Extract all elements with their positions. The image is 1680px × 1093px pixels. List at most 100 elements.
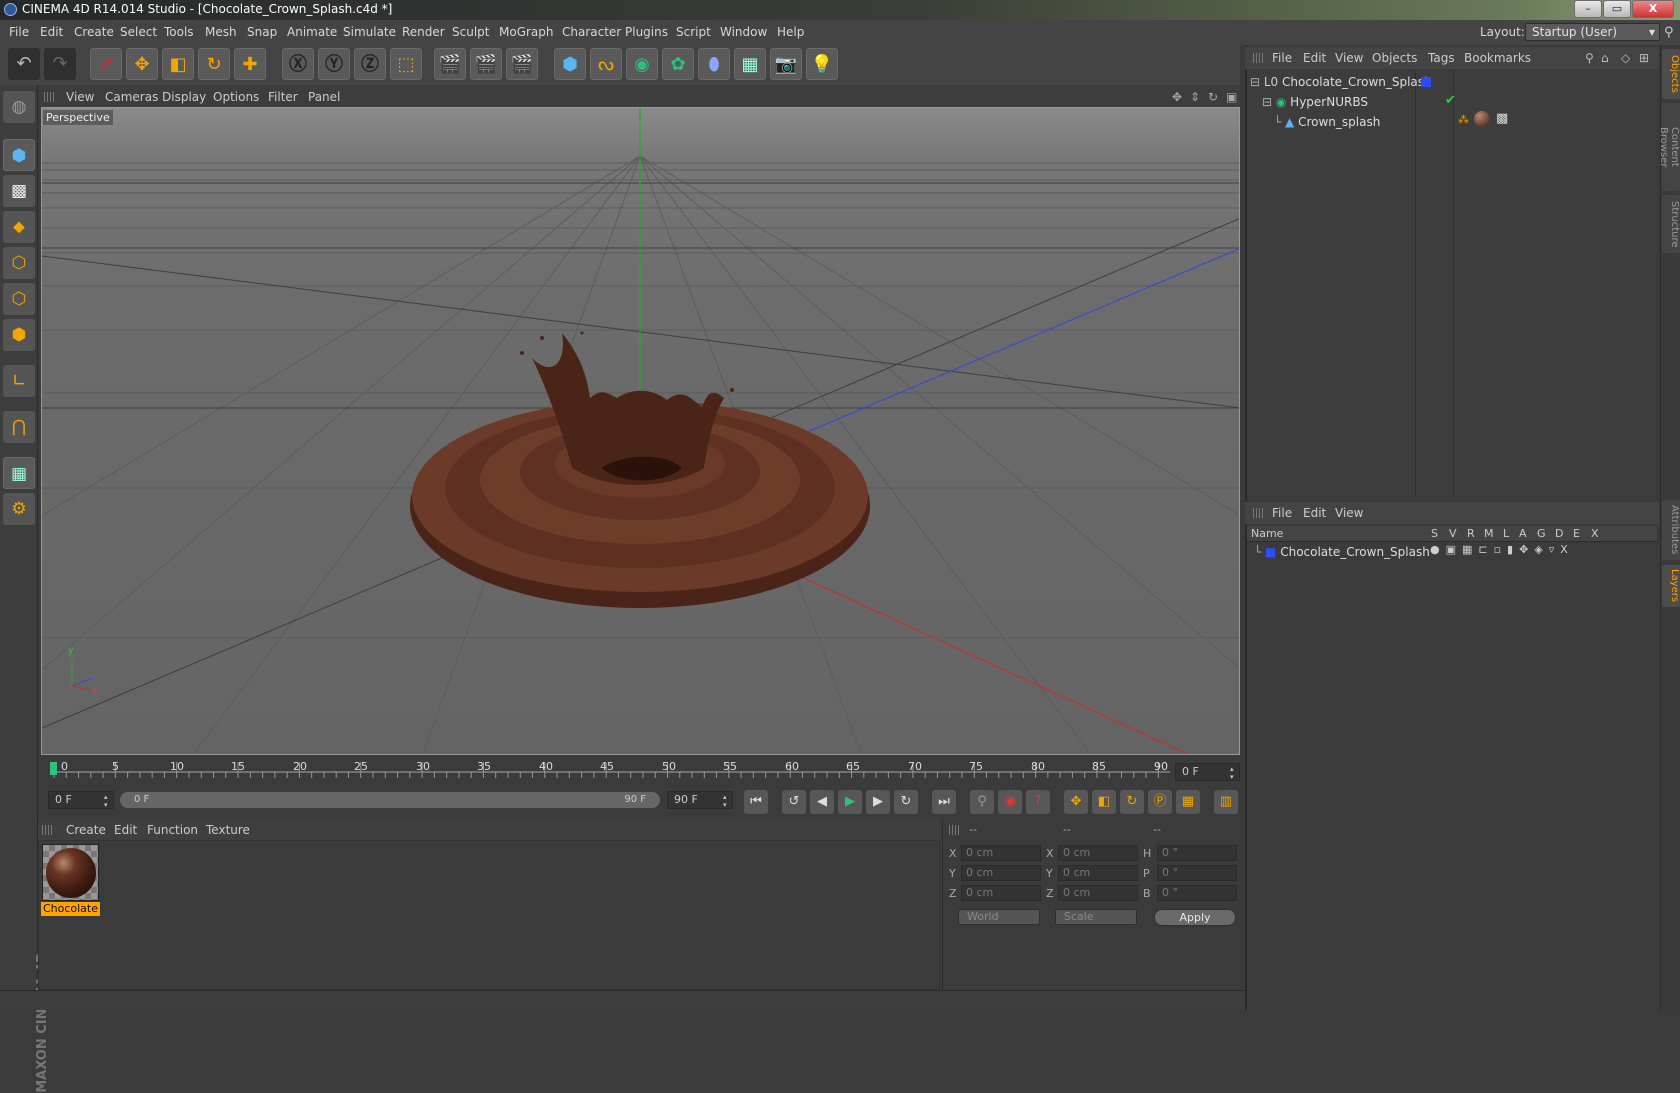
recent-tool-icon[interactable]: ✚ bbox=[234, 48, 266, 80]
coordinate-mode-dropdown[interactable]: Scale bbox=[1055, 909, 1137, 925]
position-z-field[interactable]: 0 cm bbox=[961, 885, 1041, 901]
current-frame-field[interactable]: 0 F bbox=[1175, 763, 1240, 781]
next-frame-icon[interactable]: ▶ bbox=[866, 790, 890, 814]
record-parameter-icon[interactable]: Ⓟ bbox=[1148, 790, 1172, 814]
enabled-check-icon[interactable]: ✔ bbox=[1445, 93, 1456, 108]
column-locked[interactable]: L bbox=[1503, 527, 1509, 540]
tab-structure[interactable]: Structure bbox=[1662, 195, 1680, 253]
menu-create[interactable]: Create bbox=[74, 25, 114, 39]
tab-attributes[interactable]: Attributes bbox=[1662, 500, 1680, 560]
menu-file[interactable]: File bbox=[9, 25, 29, 39]
size-z-field[interactable]: 0 cm bbox=[1058, 885, 1138, 901]
perspective-viewport[interactable]: Perspective y z x bbox=[41, 107, 1240, 755]
search-icon[interactable]: ⚲ bbox=[1664, 25, 1674, 40]
polygons-mode-icon[interactable]: ⬢ bbox=[3, 319, 35, 351]
model-mode-icon[interactable]: ⬢ bbox=[3, 139, 35, 171]
new-panel-icon[interactable]: ⊞ bbox=[1639, 51, 1649, 65]
preview-range-slider[interactable]: 0 F 90 F bbox=[120, 792, 660, 808]
object-menu-objects[interactable]: Objects bbox=[1372, 51, 1417, 65]
menu-help[interactable]: Help bbox=[777, 25, 804, 39]
cube-primitive-icon[interactable]: ⬢ bbox=[554, 48, 586, 80]
rotation-b-field[interactable]: 0 ° bbox=[1157, 885, 1237, 901]
size-x-field[interactable]: 0 cm bbox=[1058, 845, 1138, 861]
column-name[interactable]: Name bbox=[1251, 527, 1283, 540]
previous-frame-icon[interactable]: ◀ bbox=[810, 790, 834, 814]
material-list[interactable] bbox=[38, 840, 940, 990]
timeline-ruler[interactable]: 0 5 10 15 20 25 30 35 40 45 50 55 60 65 … bbox=[50, 758, 1170, 782]
menu-script[interactable]: Script bbox=[676, 25, 711, 39]
viewport-menu-view[interactable]: View bbox=[66, 90, 94, 104]
column-view[interactable]: V bbox=[1449, 527, 1457, 540]
close-button[interactable]: X bbox=[1632, 0, 1674, 18]
spline-pen-icon[interactable]: ᔓ bbox=[590, 48, 622, 80]
tab-layers[interactable]: Layers bbox=[1662, 565, 1680, 607]
tree-row-crown-splash[interactable]: └ ▲ Crown_splash bbox=[1274, 113, 1380, 131]
keyframe-selection-icon[interactable]: ? bbox=[1026, 790, 1050, 814]
object-menu-bookmarks[interactable]: Bookmarks bbox=[1464, 51, 1531, 65]
size-y-field[interactable]: 0 cm bbox=[1058, 865, 1138, 881]
tree-row-hypernurbs[interactable]: ⊟ ◉ HyperNURBS bbox=[1262, 93, 1368, 111]
workplane-mode-icon[interactable]: ⬥ bbox=[3, 211, 35, 243]
apply-button[interactable]: Apply bbox=[1154, 909, 1236, 926]
y-axis-lock-icon[interactable]: Ⓨ bbox=[318, 48, 350, 80]
axis-mode-icon[interactable]: ∟ bbox=[3, 365, 35, 397]
viewport-zoom-icon[interactable]: ⇕ bbox=[1190, 90, 1200, 104]
make-editable-icon[interactable]: ◍ bbox=[3, 91, 35, 123]
search-icon[interactable]: ⚲ bbox=[1585, 51, 1594, 65]
position-y-field[interactable]: 0 cm bbox=[961, 865, 1041, 881]
expand-icon[interactable]: ⊟ bbox=[1262, 95, 1276, 109]
record-position-icon[interactable]: ✥ bbox=[1064, 790, 1088, 814]
menu-character[interactable]: Character bbox=[562, 25, 621, 39]
scene-floor-icon[interactable]: ▦ bbox=[734, 48, 766, 80]
layer-color-swatch[interactable]: ■ bbox=[1265, 545, 1280, 559]
column-animation[interactable]: A bbox=[1519, 527, 1527, 540]
points-mode-icon[interactable]: ⬡ bbox=[3, 247, 35, 279]
expand-icon[interactable]: ⊟ bbox=[1250, 75, 1264, 89]
uvw-tag-icon[interactable]: ▩ bbox=[1496, 111, 1508, 126]
rotation-p-field[interactable]: 0 ° bbox=[1157, 865, 1237, 881]
menu-simulate[interactable]: Simulate bbox=[343, 25, 396, 39]
go-to-start-icon[interactable]: ⏮ bbox=[744, 790, 768, 814]
live-selection-icon[interactable]: ➚ bbox=[90, 48, 122, 80]
workplane-lock-icon[interactable]: ▦ bbox=[3, 457, 35, 489]
object-menu-edit[interactable]: Edit bbox=[1303, 51, 1326, 65]
tab-objects[interactable]: Objects bbox=[1662, 49, 1680, 99]
array-cloner-icon[interactable]: ✿ bbox=[662, 48, 694, 80]
position-x-field[interactable]: 0 cm bbox=[961, 845, 1041, 861]
rotate-tool-icon[interactable]: ↻ bbox=[198, 48, 230, 80]
coordinate-space-dropdown[interactable]: World bbox=[958, 909, 1040, 925]
viewport-rotate-icon[interactable]: ↻ bbox=[1208, 90, 1218, 104]
material-menu-function[interactable]: Function bbox=[147, 823, 198, 837]
column-xref[interactable]: X bbox=[1591, 527, 1599, 540]
current-frame-marker[interactable] bbox=[50, 762, 57, 775]
panel-grip-icon[interactable] bbox=[42, 825, 52, 835]
home-icon[interactable]: ⌂ bbox=[1601, 51, 1609, 65]
layout-select[interactable]: Startup (User) bbox=[1525, 23, 1660, 41]
material-thumbnail[interactable] bbox=[42, 844, 99, 901]
render-view-icon[interactable]: 🎬 bbox=[434, 48, 466, 80]
start-frame-field[interactable]: 0 F bbox=[48, 791, 114, 809]
next-key-icon[interactable]: ↻ bbox=[894, 790, 918, 814]
play-icon[interactable]: ▶ bbox=[838, 790, 862, 814]
layer-row[interactable]: └ ■ Chocolate_Crown_Splash bbox=[1254, 543, 1430, 561]
panel-grip-icon[interactable] bbox=[949, 825, 959, 835]
viewport-move-icon[interactable]: ✥ bbox=[1172, 90, 1182, 104]
render-picture-viewer-icon[interactable]: 🎬 bbox=[470, 48, 502, 80]
tree-row-chocolate-crown-splash[interactable]: ⊟ L0 Chocolate_Crown_Splash bbox=[1250, 73, 1432, 91]
column-manager[interactable]: M bbox=[1484, 527, 1494, 540]
phong-tag-icon[interactable]: ⁂ bbox=[1458, 113, 1469, 126]
object-menu-file[interactable]: File bbox=[1272, 51, 1292, 65]
object-menu-view[interactable]: View bbox=[1335, 51, 1363, 65]
menu-edit[interactable]: Edit bbox=[40, 25, 63, 39]
menu-snap[interactable]: Snap bbox=[247, 25, 277, 39]
panel-grip-icon[interactable] bbox=[44, 92, 54, 102]
texture-mode-icon[interactable]: ▩ bbox=[3, 175, 35, 207]
viewport-maximize-icon[interactable]: ▣ bbox=[1226, 90, 1237, 104]
menu-window[interactable]: Window bbox=[720, 25, 767, 39]
object-tree[interactable] bbox=[1247, 71, 1657, 496]
viewport-menu-display[interactable]: Display bbox=[162, 90, 206, 104]
move-tool-icon[interactable]: ✥ bbox=[126, 48, 158, 80]
column-deformers[interactable]: D bbox=[1555, 527, 1563, 540]
autokey-icon[interactable]: ◉ bbox=[998, 790, 1022, 814]
layer-color-swatch[interactable] bbox=[1421, 77, 1431, 87]
